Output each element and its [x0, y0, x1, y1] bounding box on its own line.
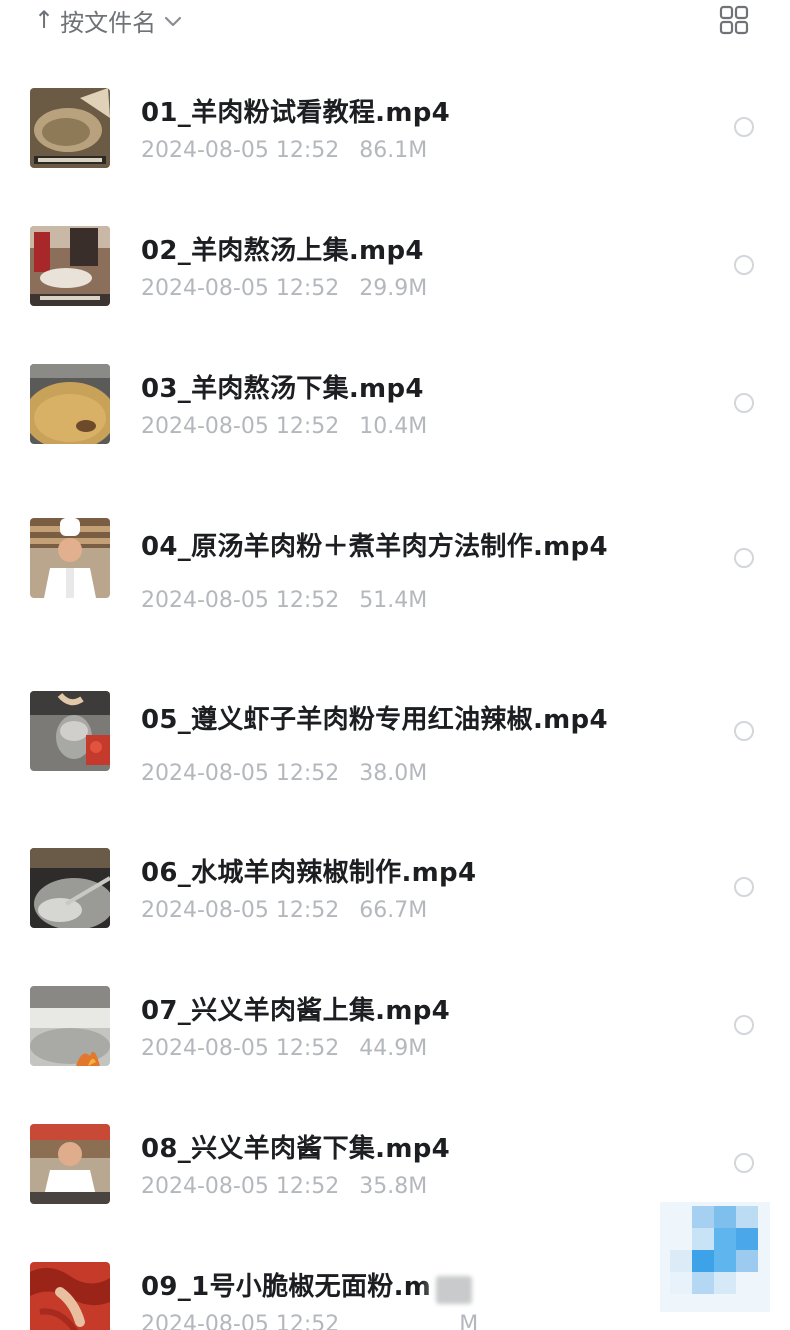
file-date: 2024-08-05 12:52 [141, 1036, 340, 1061]
file-size: 51.4M [359, 588, 428, 613]
select-radio[interactable] [734, 1153, 754, 1173]
file-name: 08_兴义羊肉酱下集.mp4 [141, 1134, 451, 1164]
select-radio[interactable] [734, 1015, 754, 1035]
file-meta: 2024-08-05 12:52 86.1M [141, 138, 427, 163]
file-row[interactable]: 02_羊肉熬汤上集.mp4 2024-08-05 12:52 29.9M [0, 218, 790, 338]
file-name: 01_羊肉粉试看教程.mp4 [141, 98, 451, 128]
file-meta: 2024-08-05 12:52 66.7M [141, 898, 427, 923]
file-name: 07_兴义羊肉酱上集.mp4 [141, 996, 451, 1026]
file-date: 2024-08-05 12:52 [141, 1174, 340, 1199]
file-name: 02_羊肉熬汤上集.mp4 [141, 236, 424, 266]
file-name: 09_1号小脆椒无面粉.m [141, 1272, 432, 1302]
file-size: 35.8M [359, 1174, 428, 1199]
video-thumbnail-icon [30, 518, 110, 598]
file-size: 86.1M [359, 138, 428, 163]
file-date: 2024-08-05 12:52 [141, 138, 340, 163]
video-thumbnail-icon [30, 1124, 110, 1204]
file-size: 10.4M [359, 414, 428, 439]
file-meta: 2024-08-05 12:52 51.4M [141, 588, 427, 613]
select-radio[interactable] [734, 548, 754, 568]
file-meta: 2024-08-05 12:52 44.9M [141, 1036, 427, 1061]
file-size: 38.0M [359, 761, 428, 786]
file-date: 2024-08-05 12:52 [141, 276, 340, 301]
file-date: 2024-08-05 12:52 [141, 898, 340, 923]
blurred-patch [436, 1276, 472, 1304]
chevron-down-icon [164, 6, 182, 34]
select-radio[interactable] [734, 721, 754, 741]
file-row[interactable]: 04_原汤羊肉粉＋煮羊肉方法制作.mp4 2024-08-05 12:52 51.… [0, 510, 790, 640]
file-date: 2024-08-05 12:52 [141, 588, 340, 613]
file-row[interactable]: 06_水城羊肉辣椒制作.mp4 2024-08-05 12:52 66.7M [0, 840, 790, 960]
file-meta: 2024-08-05 12:52 M [141, 1312, 478, 1330]
video-thumbnail-icon [30, 691, 110, 771]
file-name: 06_水城羊肉辣椒制作.mp4 [141, 858, 477, 888]
file-meta: 2024-08-05 12:52 29.9M [141, 276, 427, 301]
video-thumbnail-icon [30, 986, 110, 1066]
sort-ascending-arrow-icon: ↑ [34, 6, 55, 34]
file-name: 03_羊肉熬汤下集.mp4 [141, 374, 424, 404]
file-row[interactable]: 01_羊肉粉试看教程.mp4 2024-08-05 12:52 86.1M [0, 80, 790, 200]
file-size: 29.9M [359, 276, 428, 301]
file-date: 2024-08-05 12:52 [141, 761, 340, 786]
list-header: ↑ 按文件名 [0, 0, 790, 44]
file-size: 66.7M [359, 898, 428, 923]
sort-label: 按文件名 [60, 8, 157, 37]
select-radio[interactable] [734, 877, 754, 897]
video-thumbnail-icon [30, 364, 110, 444]
file-row[interactable]: 07_兴义羊肉酱上集.mp4 2024-08-05 12:52 44.9M [0, 978, 790, 1098]
file-size: 44.9M [359, 1036, 428, 1061]
select-radio[interactable] [734, 393, 754, 413]
video-thumbnail-icon [30, 1262, 110, 1330]
file-name: 05_遵义虾子羊肉粉专用红油辣椒.mp4 [141, 705, 608, 735]
video-thumbnail-icon [30, 848, 110, 928]
file-meta: 2024-08-05 12:52 38.0M [141, 761, 427, 786]
sort-by-name-toggle[interactable]: ↑ 按文件名 [34, 2, 182, 38]
select-radio[interactable] [734, 255, 754, 275]
video-thumbnail-icon [30, 226, 110, 306]
select-radio[interactable] [734, 117, 754, 137]
file-date: 2024-08-05 12:52 [141, 414, 340, 439]
file-row[interactable]: 03_羊肉熬汤下集.mp4 2024-08-05 12:52 10.4M [0, 356, 790, 476]
grid-view-icon[interactable] [718, 4, 750, 36]
file-row[interactable]: 05_遵义虾子羊肉粉专用红油辣椒.mp4 2024-08-05 12:52 38.… [0, 683, 790, 813]
file-date: 2024-08-05 12:52 [141, 1312, 340, 1330]
file-meta: 2024-08-05 12:52 35.8M [141, 1174, 427, 1199]
file-name: 04_原汤羊肉粉＋煮羊肉方法制作.mp4 [141, 532, 608, 562]
file-meta: 2024-08-05 12:52 10.4M [141, 414, 427, 439]
file-list-screen: ↑ 按文件名 01_羊肉粉试看教程.mp4 2024-08-05 12:52 8… [0, 0, 790, 1330]
pixelated-mosaic-overlay [660, 1192, 770, 1312]
video-thumbnail-icon [30, 88, 110, 168]
file-size: M [459, 1312, 479, 1330]
